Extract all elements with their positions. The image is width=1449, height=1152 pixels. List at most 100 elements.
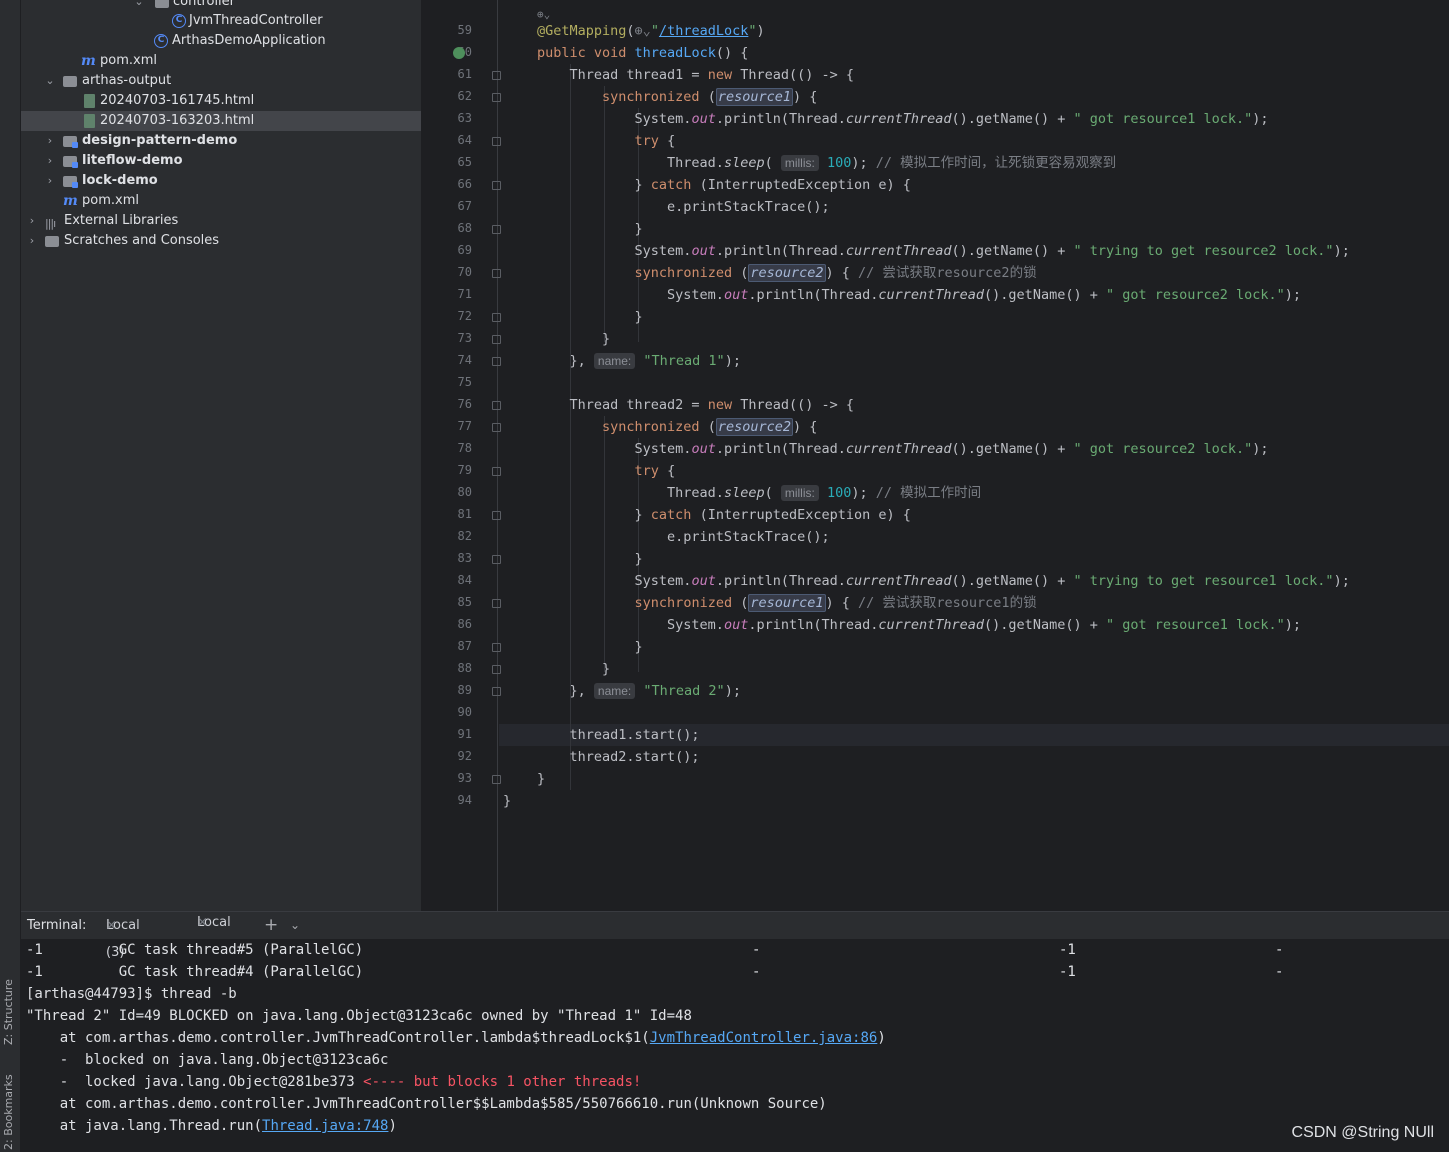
fold-marker-icon[interactable] xyxy=(492,555,501,564)
code-line-78: System.out.println(Thread.currentThread(… xyxy=(537,441,1269,457)
fold-marker-icon[interactable] xyxy=(492,71,501,80)
line-number: 69 xyxy=(457,243,472,257)
fold-marker-icon[interactable] xyxy=(492,467,501,476)
term-line: -1 xyxy=(1059,964,1076,980)
line-number: 89 xyxy=(457,683,472,697)
fold-marker-icon[interactable] xyxy=(492,775,501,784)
chevron-down-icon[interactable]: ⌄ xyxy=(45,71,55,91)
term-line: - xyxy=(1275,964,1284,980)
fold-marker-icon[interactable] xyxy=(492,643,501,652)
code-line-62: synchronized (resource1) { xyxy=(602,88,818,106)
fold-marker-icon[interactable] xyxy=(492,401,501,410)
chevron-right-icon[interactable]: › xyxy=(27,211,37,231)
fold-marker-icon[interactable] xyxy=(492,93,501,102)
warning-text: <---- but blocks 1 other threads! xyxy=(363,1074,642,1090)
code-editor[interactable]: 5960616263646566676869707172737475767778… xyxy=(422,0,1449,911)
line-number: 61 xyxy=(457,67,472,81)
method-name: threadLock xyxy=(634,45,716,61)
term-prompt: [arthas@44793]$ thread -b xyxy=(26,986,237,1002)
add-tab-icon[interactable]: + xyxy=(264,912,278,939)
close-icon[interactable]: × xyxy=(197,912,208,934)
chevron-right-icon[interactable]: › xyxy=(45,131,55,151)
tree-item-lock-demo[interactable]: › lock-demo xyxy=(21,171,421,191)
code-line-68: } xyxy=(537,221,643,237)
code-line-61: Thread thread1 = new Thread(() -> { xyxy=(537,67,855,83)
tree-item-html-file[interactable]: 20240703-161745.html xyxy=(21,91,421,111)
fold-marker-icon[interactable] xyxy=(492,225,501,234)
code-line-63: System.out.println(Thread.currentThread(… xyxy=(537,111,1269,127)
term-line: at com.arthas.demo.controller.JvmThreadC… xyxy=(26,1030,886,1046)
mapping-path-link[interactable]: /threadLock xyxy=(659,23,748,39)
string-literal: " got resource2 lock." xyxy=(1105,287,1285,303)
fold-marker-icon[interactable] xyxy=(492,357,501,366)
line-number: 92 xyxy=(457,749,472,763)
source-link[interactable]: Thread.java:748 xyxy=(262,1118,388,1134)
fold-marker-icon[interactable] xyxy=(492,269,501,278)
html-file-icon xyxy=(84,114,95,128)
chevron-right-icon[interactable]: › xyxy=(45,171,55,191)
editor-gutter: 5960616263646566676869707172737475767778… xyxy=(422,0,501,911)
close-icon[interactable]: × xyxy=(106,912,117,939)
line-number: 75 xyxy=(457,375,472,389)
tree-item-jvmthreadcontroller[interactable]: C JvmThreadController xyxy=(21,11,421,31)
term-line: - xyxy=(1275,942,1284,958)
tree-item-liteflow-demo[interactable]: › liteflow-demo xyxy=(21,151,421,171)
source-link[interactable]: JvmThreadController.java:86 xyxy=(650,1030,878,1046)
fold-marker-icon[interactable] xyxy=(492,599,501,608)
param-hint: name: xyxy=(593,683,636,699)
fold-marker-icon[interactable] xyxy=(492,665,501,674)
tree-item-scratches[interactable]: › Scratches and Consoles xyxy=(21,231,421,251)
module-folder-icon xyxy=(63,156,78,168)
line-number: 62 xyxy=(457,89,472,103)
code-line-69: System.out.println(Thread.currentThread(… xyxy=(537,243,1350,259)
tree-item-arthas-output[interactable]: ⌄ arthas-output xyxy=(21,71,421,91)
chevron-down-icon[interactable]: ⌄ xyxy=(290,912,300,939)
structure-tab[interactable]: Z: Structure xyxy=(2,979,15,1045)
fold-marker-icon[interactable] xyxy=(492,181,501,190)
code-line-60: public void threadLock() { xyxy=(537,45,749,61)
fold-marker-icon[interactable] xyxy=(492,137,501,146)
line-number: 70 xyxy=(457,265,472,279)
line-number: 93 xyxy=(457,771,472,785)
string-literal: "Thread 2" xyxy=(643,683,725,699)
code-line-85: synchronized (resource1) { // 尝试获取resour… xyxy=(634,594,1037,612)
tree-item-arthasdemoapplication[interactable]: C ArthasDemoApplication xyxy=(21,31,421,51)
tree-item-pom-xml-root[interactable]: m pom.xml xyxy=(21,191,421,211)
code-line-93: } xyxy=(537,771,546,787)
code-comment: // 尝试获取resource1的锁 xyxy=(858,595,1037,611)
chevron-right-icon[interactable]: › xyxy=(27,231,37,251)
bookmarks-tab[interactable]: 2: Bookmarks xyxy=(2,1074,15,1150)
code-line-87: } xyxy=(537,639,643,655)
line-number: 64 xyxy=(457,133,472,147)
term-line: - blocked on java.lang.Object@3123ca6c xyxy=(26,1052,389,1068)
tree-item-pom-xml[interactable]: m pom.xml xyxy=(21,51,421,71)
line-number: 91 xyxy=(457,727,472,741)
line-number: 67 xyxy=(457,199,472,213)
code-comment: // 模拟工作时间，让死锁更容易观察到 xyxy=(875,155,1117,171)
line-number: 68 xyxy=(457,221,472,235)
string-literal: " trying to get resource1 lock." xyxy=(1073,573,1334,589)
line-number: 71 xyxy=(457,287,472,301)
fold-marker-icon[interactable] xyxy=(492,335,501,344)
fold-marker-icon[interactable] xyxy=(492,687,501,696)
tree-item-design-pattern-demo[interactable]: › design-pattern-demo xyxy=(21,131,421,151)
run-gutter-icon[interactable] xyxy=(453,47,465,59)
line-number: 59 xyxy=(457,23,472,37)
library-icon: |||ı xyxy=(45,217,56,230)
tree-item-html-file-selected[interactable]: 20240703-163203.html xyxy=(21,111,421,131)
fold-marker-icon[interactable] xyxy=(492,423,501,432)
code-line-86: System.out.println(Thread.currentThread(… xyxy=(537,617,1302,633)
terminal-output[interactable]: -1 GC task thread#5 (ParallelGC) - -1 - … xyxy=(21,939,1449,1152)
number-literal: 100 xyxy=(826,155,852,171)
line-number: 82 xyxy=(457,529,472,543)
code-line-67: e.printStackTrace(); xyxy=(537,199,830,215)
fold-marker-icon[interactable] xyxy=(492,313,501,322)
maven-icon: m xyxy=(81,53,96,69)
html-file-icon xyxy=(84,94,95,108)
tree-item-external-libraries[interactable]: › |||ı External Libraries xyxy=(21,211,421,231)
code-line-92: thread2.start(); xyxy=(537,749,700,765)
fold-marker-icon[interactable] xyxy=(492,511,501,520)
chevron-right-icon[interactable]: › xyxy=(45,151,55,171)
code-line-59: @GetMapping(⊕⌄"/threadLock") xyxy=(537,23,765,39)
watermark: CSDN @String NUll xyxy=(1291,1124,1434,1141)
